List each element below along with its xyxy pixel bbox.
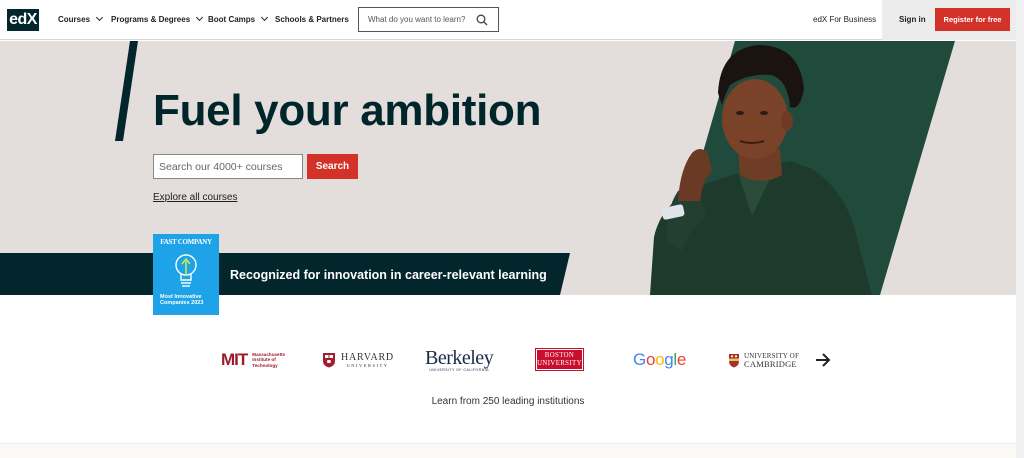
- mit-line-1: Massachusetts: [252, 351, 286, 357]
- hero-headline: Fuel your ambition: [153, 86, 542, 135]
- hero-search-box: [153, 154, 303, 179]
- chevron-down-icon: [196, 13, 204, 22]
- explore-all-courses-link[interactable]: Explore all courses: [153, 191, 237, 205]
- course-search-input[interactable]: [154, 155, 300, 178]
- harvard-subtitle: UNIVERSITY: [346, 362, 389, 368]
- mit-mark: MIT: [221, 350, 248, 369]
- harvard-shield-icon: [323, 353, 335, 368]
- bu-line-2: UNIVERSITY: [537, 359, 582, 367]
- boston-university-logo[interactable]: BOSTON UNIVERSITY: [535, 348, 584, 371]
- page-scrollbar[interactable]: [1016, 0, 1024, 458]
- harvard-name: HARVARD: [341, 351, 394, 363]
- hero-person-photo: [650, 45, 872, 295]
- top-navigation-bar: edX Courses Programs & Degrees Boot Camp…: [0, 0, 1024, 40]
- search-button[interactable]: Search: [307, 154, 358, 179]
- search-icon[interactable]: [476, 14, 488, 26]
- badge-line-2: Companies 2023: [160, 300, 204, 306]
- nav-programs-label: Programs & Degrees: [111, 15, 191, 24]
- cambridge-logo[interactable]: UNIVERSITY OF CAMBRIDGE: [728, 345, 799, 375]
- edx-for-business-link[interactable]: edX For Business: [813, 13, 876, 27]
- nav-courses[interactable]: Courses: [58, 13, 104, 27]
- nav-courses-label: Courses: [58, 15, 91, 24]
- cambridge-line-2: CAMBRIDGE: [744, 358, 797, 369]
- chevron-down-icon: [95, 13, 104, 22]
- edx-logo[interactable]: edX: [7, 9, 39, 31]
- recognition-text: Recognized for innovation in career-rele…: [230, 268, 547, 282]
- google-letter-3: o: [655, 350, 665, 369]
- harvard-wordmark: HARVARD UNIVERSITY: [341, 352, 394, 369]
- cambridge-shield-icon: [729, 353, 739, 367]
- header-search-input[interactable]: [359, 8, 469, 31]
- nav-boot-camps[interactable]: Boot Camps: [208, 13, 269, 27]
- cambridge-wordmark: UNIVERSITY OF CAMBRIDGE: [744, 352, 799, 369]
- google-letter-1: G: [633, 350, 646, 369]
- mit-line-2: Institute of: [252, 357, 276, 363]
- mit-logo[interactable]: MIT Massachusetts Institute of Technolog…: [221, 345, 285, 375]
- mit-line-3: Technology: [252, 362, 278, 368]
- header-search-box: [358, 7, 499, 32]
- nav-schools-label: Schools & Partners: [275, 15, 349, 24]
- arrow-right-icon[interactable]: [813, 350, 833, 370]
- bu-line-1: BOSTON: [544, 351, 575, 359]
- berkeley-name: Berkeley: [425, 346, 494, 369]
- google-letter-6: e: [676, 350, 687, 369]
- harvard-logo[interactable]: HARVARD UNIVERSITY: [322, 345, 394, 375]
- fast-company-badge: FAST COMPANY Most Innovative Companies 2…: [153, 234, 219, 315]
- google-logo[interactable]: Google: [633, 345, 686, 375]
- lightbulb-icon: [175, 254, 197, 287]
- chevron-down-icon: [261, 13, 269, 22]
- next-section-strip: [0, 443, 1024, 458]
- fast-company-wordmark: FAST COMPANY: [160, 238, 212, 246]
- berkeley-subtitle: UNIVERSITY OF CALIFORNIA: [429, 367, 489, 372]
- google-letter-4: g: [664, 350, 674, 369]
- nav-programs-degrees[interactable]: Programs & Degrees: [111, 13, 204, 27]
- google-letter-2: o: [645, 350, 656, 369]
- institutions-link[interactable]: Learn from 250 leading institutions: [0, 395, 1016, 409]
- sign-in-link[interactable]: Sign in: [899, 13, 926, 27]
- mit-wordmark: Massachusetts Institute of Technology: [252, 352, 285, 368]
- nav-schools-partners[interactable]: Schools & Partners: [275, 13, 349, 27]
- register-button[interactable]: Register for free: [935, 8, 1010, 31]
- edx-homepage: edX Courses Programs & Degrees Boot Camp…: [0, 0, 1024, 458]
- berkeley-logo[interactable]: Berkeley UNIVERSITY OF CALIFORNIA: [425, 345, 494, 375]
- nav-bootcamps-label: Boot Camps: [208, 15, 256, 24]
